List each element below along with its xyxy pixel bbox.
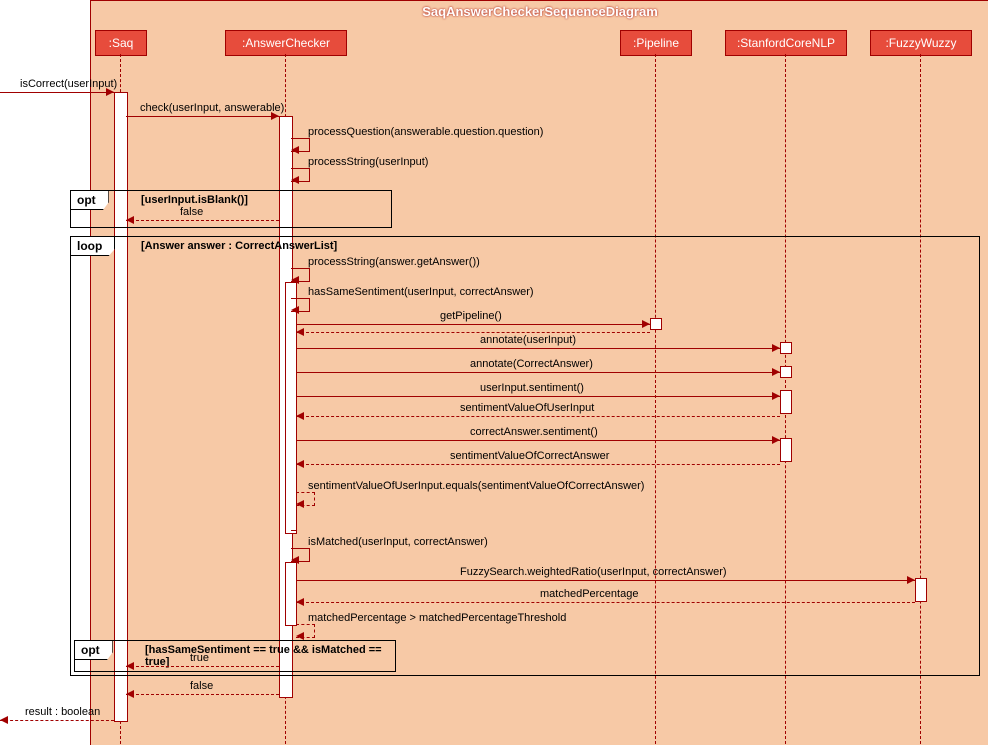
arrowhead <box>907 576 915 584</box>
arrowhead <box>126 216 134 224</box>
msg-false1: false <box>180 206 203 218</box>
msg-processquestion: processQuestion(answerable.question.ques… <box>308 126 543 138</box>
participant-saq: :Saq <box>95 30 147 56</box>
arrow <box>296 416 780 417</box>
participant-pipeline: :Pipeline <box>620 30 692 56</box>
msg: correctAnswer.sentiment() <box>470 426 598 438</box>
fragment-opt1: opt [userInput.isBlank()] <box>70 190 392 228</box>
msg-iscorrect: isCorrect(userInput) <box>20 78 117 90</box>
arrowhead <box>0 716 8 724</box>
msg: matchedPercentage <box>540 588 638 600</box>
fragment-opt2-label: opt <box>75 641 113 660</box>
participant-fuzzy: :FuzzyWuzzy <box>870 30 972 56</box>
arrow <box>296 396 780 397</box>
msg: processString(answer.getAnswer()) <box>308 256 480 268</box>
msg: true <box>190 652 209 664</box>
fragment-opt2-guard: [hasSameSentiment == true && isMatched =… <box>145 644 395 668</box>
msg: FuzzySearch.weightedRatio(userInput, cor… <box>460 566 727 578</box>
participant-checker: :AnswerChecker <box>225 30 347 56</box>
arrowhead <box>296 598 304 606</box>
fragment-loop-label: loop <box>71 237 115 256</box>
msg: sentimentValueOfUserInput <box>460 402 594 414</box>
arrow <box>296 372 780 373</box>
arrow <box>0 720 114 721</box>
msg: annotate(CorrectAnswer) <box>470 358 593 370</box>
arrow <box>126 666 279 667</box>
arrow <box>296 332 650 333</box>
arrow <box>296 602 915 603</box>
arrowhead <box>772 392 780 400</box>
msg: hasSameSentiment(userInput, correctAnswe… <box>308 286 534 298</box>
fragment-opt2: opt [hasSameSentiment == true && isMatch… <box>74 640 396 672</box>
arrowhead <box>271 112 279 120</box>
arrowhead <box>291 556 299 564</box>
arrowhead <box>291 176 299 184</box>
arrowhead <box>772 436 780 444</box>
arrowhead <box>296 412 304 420</box>
msg: isMatched(userInput, correctAnswer) <box>308 536 488 548</box>
arrowhead <box>296 328 304 336</box>
msg: sentimentValueOfCorrectAnswer <box>450 450 609 462</box>
msg-processstring: processString(userInput) <box>308 156 428 168</box>
msg: userInput.sentiment() <box>480 382 584 394</box>
arrowhead <box>291 146 299 154</box>
arrowhead <box>106 88 114 96</box>
arrowhead <box>772 368 780 376</box>
arrowhead <box>126 690 134 698</box>
arrowhead <box>296 500 304 508</box>
arrowhead <box>296 460 304 468</box>
sequence-diagram: SaqAnswerCheckerSequenceDiagram :Saq :An… <box>0 0 988 745</box>
msg: annotate(userInput) <box>480 334 576 346</box>
arrowhead <box>642 320 650 328</box>
fragment-loop-guard: [Answer answer : CorrectAnswerList] <box>141 240 337 252</box>
arrowhead <box>291 306 299 314</box>
arrow-iscorrect <box>0 92 114 93</box>
msg: matchedPercentage > matchedPercentageThr… <box>308 612 566 624</box>
msg: sentimentValueOfUserInput.equals(sentime… <box>308 480 644 492</box>
arrowhead <box>126 662 134 670</box>
arrow <box>296 324 650 325</box>
msg: false <box>190 680 213 692</box>
fragment-opt1-guard: [userInput.isBlank()] <box>141 194 248 206</box>
msg-check: check(userInput, answerable) <box>140 102 284 114</box>
msg-result: result : boolean <box>25 706 100 718</box>
arrowhead <box>772 344 780 352</box>
arrow <box>126 220 279 221</box>
arrow <box>296 348 780 349</box>
msg: getPipeline() <box>440 310 502 322</box>
fragment-opt1-label: opt <box>71 191 109 210</box>
arrowhead <box>291 276 299 284</box>
arrow <box>296 580 915 581</box>
participant-nlp: :StanfordCoreNLP <box>725 30 847 56</box>
diagram-title: SaqAnswerCheckerSequenceDiagram <box>422 4 658 19</box>
arrow <box>126 116 279 117</box>
arrow <box>296 464 780 465</box>
seg <box>291 530 297 531</box>
arrow <box>126 694 279 695</box>
arrowhead <box>296 632 304 640</box>
arrow <box>296 440 780 441</box>
